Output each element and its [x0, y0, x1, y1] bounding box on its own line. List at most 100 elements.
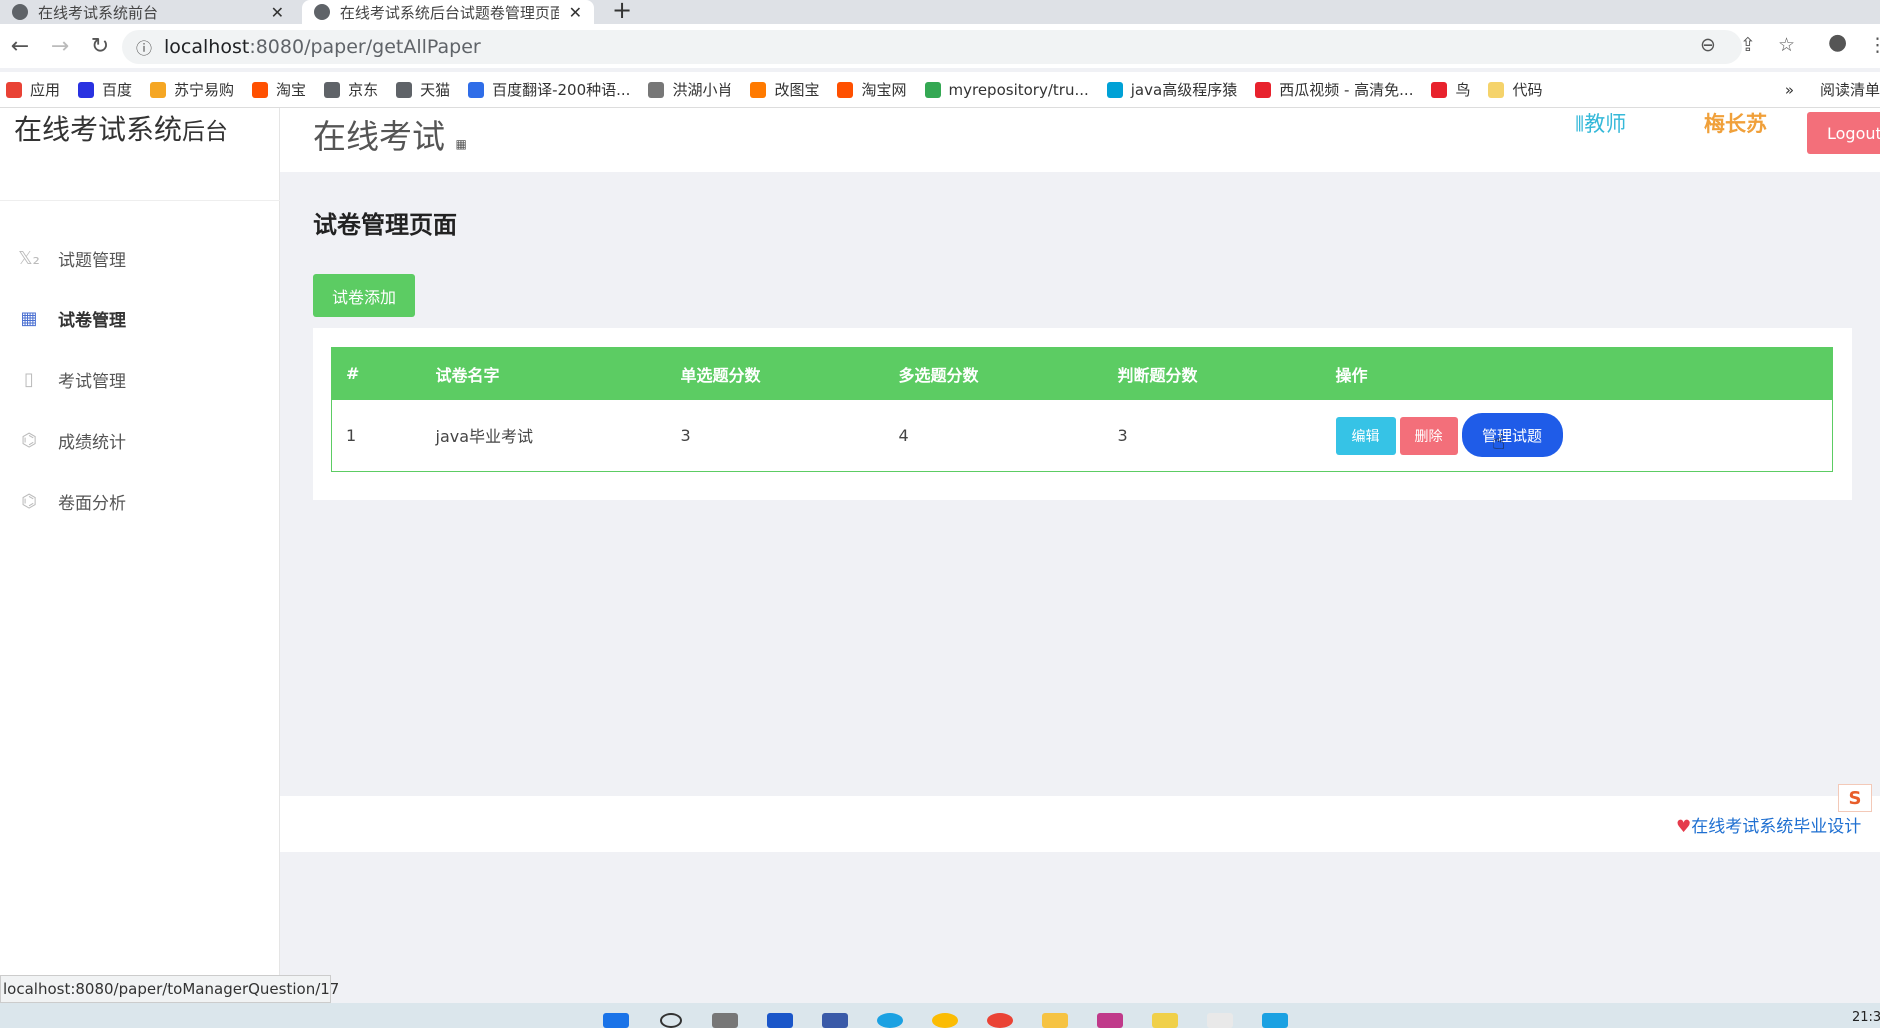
- reload-icon[interactable]: ↻: [80, 34, 120, 59]
- bookmark-label: 淘宝: [276, 81, 307, 99]
- bookmark-icon: [1488, 81, 1505, 98]
- close-icon[interactable]: ✕: [569, 3, 582, 22]
- sogou-badge-icon[interactable]: S: [1838, 784, 1872, 812]
- bookmark-item[interactable]: 西瓜视频 - 高清免...: [1255, 79, 1413, 100]
- sidebar-item-analysis[interactable]: ⌬ 卷面分析: [18, 489, 126, 515]
- share-icon[interactable]: ⇪: [1740, 34, 1756, 56]
- cell-paper-name: java毕业考试: [435, 427, 534, 447]
- app-icon[interactable]: [1262, 1013, 1288, 1028]
- edge-icon[interactable]: [877, 1013, 903, 1028]
- add-paper-button[interactable]: 试卷添加: [313, 274, 415, 317]
- page-title: 试卷管理页面: [313, 211, 457, 239]
- bookmark-item[interactable]: 改图宝: [750, 79, 819, 100]
- forward-icon[interactable]: →: [40, 34, 80, 59]
- sidebar: [0, 108, 280, 1003]
- delete-button[interactable]: 删除: [1399, 416, 1458, 455]
- app-title: 在线考试 ▦: [313, 117, 467, 156]
- app-icon[interactable]: [822, 1013, 848, 1028]
- info-icon[interactable]: ⓘ: [136, 35, 152, 59]
- search-icon[interactable]: [660, 1013, 682, 1028]
- bookmark-label: 百度: [102, 81, 133, 99]
- heart-icon: ♥: [1676, 817, 1692, 837]
- bookmark-item[interactable]: 京东: [324, 79, 378, 100]
- clock: 21:31: [1852, 1010, 1880, 1025]
- cell-single-score: 3: [680, 425, 691, 445]
- widgets-icon[interactable]: [767, 1013, 793, 1028]
- sitemap-icon: ⌬: [21, 429, 37, 451]
- app-icon[interactable]: [1207, 1013, 1233, 1028]
- bookmark-icon: [78, 81, 95, 98]
- sidebar-item-exams[interactable]: ▯ 考试管理: [18, 367, 126, 393]
- browser-tab-frontend[interactable]: 在线考试系统前台 ✕: [0, 0, 296, 24]
- close-icon[interactable]: ✕: [271, 3, 284, 22]
- sidebar-item-label: 成绩统计: [58, 433, 126, 453]
- footer-link[interactable]: ♥在线考试系统毕业设计: [1676, 812, 1861, 837]
- chrome-icon[interactable]: [932, 1013, 958, 1028]
- sidebar-item-scores[interactable]: ⌬ 成绩统计: [18, 428, 126, 454]
- username[interactable]: 梅长苏: [1704, 108, 1767, 138]
- bookmark-item[interactable]: 洪湖小肖: [648, 79, 732, 100]
- bookmark-label: 应用: [30, 81, 61, 99]
- url-host: localhost: [164, 36, 250, 58]
- bookmark-item[interactable]: 应用: [6, 79, 60, 100]
- bookmark-item[interactable]: 淘宝网: [837, 79, 907, 100]
- bookmark-label: java高级程序猿: [1130, 81, 1238, 99]
- bookmark-label: 改图宝: [774, 81, 820, 99]
- star-icon[interactable]: ☆: [1778, 34, 1795, 56]
- bookmark-item[interactable]: 淘宝: [252, 79, 306, 100]
- column-header: 单选题分数: [666, 347, 885, 400]
- bookmark-icon: [837, 81, 854, 98]
- start-icon[interactable]: [603, 1013, 629, 1028]
- edit-button[interactable]: 编辑: [1335, 416, 1396, 455]
- bookmark-label: 淘宝网: [861, 81, 907, 99]
- bookmark-item[interactable]: myrepository/tru...: [924, 81, 1089, 99]
- bookmark-label: 京东: [348, 81, 379, 99]
- menu-icon[interactable]: ⋮: [1868, 34, 1880, 56]
- bookmark-icon: [324, 81, 341, 98]
- reading-list-button[interactable]: 阅读清单: [1820, 79, 1880, 100]
- hand-cursor-icon: ☝: [1492, 430, 1506, 455]
- bookmark-item[interactable]: java高级程序猿: [1106, 79, 1238, 100]
- manage-questions-button[interactable]: 管理试题: [1461, 413, 1563, 458]
- browser-tab-admin[interactable]: 在线考试系统后台试题卷管理页面 ✕: [302, 0, 594, 24]
- column-header: 判断题分数: [1103, 347, 1322, 400]
- app-icon[interactable]: [1152, 1013, 1178, 1028]
- column-header: 试卷名字: [421, 347, 667, 400]
- bookmark-item[interactable]: 苏宁易购: [150, 79, 234, 100]
- bookmark-item[interactable]: 天猫: [396, 79, 450, 100]
- title-badge-icon: ▦: [455, 137, 467, 151]
- sidebar-item-label: 卷面分析: [58, 494, 126, 514]
- profile-icon[interactable]: ●: [1828, 30, 1847, 55]
- bookmark-label: 洪湖小肖: [672, 81, 733, 99]
- url-path: :8080/paper/getAllPaper: [249, 36, 481, 58]
- zoom-icon[interactable]: ⊖: [1700, 34, 1716, 56]
- brand-title: 在线考试系统后台: [14, 113, 229, 146]
- bookmark-label: 西瓜视频 - 高清免...: [1279, 81, 1414, 99]
- logout-button[interactable]: Logout: [1807, 112, 1880, 154]
- back-icon[interactable]: ←: [0, 34, 40, 59]
- top-bar: [280, 108, 1880, 172]
- taskview-icon[interactable]: [712, 1013, 738, 1028]
- bookmark-item[interactable]: 代码: [1488, 79, 1543, 100]
- bookmark-label: 百度翻译-200种语...: [492, 81, 631, 99]
- sidebar-item-papers[interactable]: ▦ 试卷管理: [18, 306, 126, 332]
- cell-judge-score: 3: [1117, 425, 1128, 445]
- cell-id: 1: [346, 425, 357, 445]
- chrome-active-icon[interactable]: [987, 1013, 1013, 1028]
- bookmarks-more-icon[interactable]: »: [1785, 81, 1794, 99]
- idea-icon[interactable]: [1097, 1013, 1123, 1028]
- bookmark-item[interactable]: 百度: [78, 79, 132, 100]
- folder-icon[interactable]: [1042, 1013, 1068, 1028]
- column-header: 操作: [1321, 347, 1833, 400]
- bookmark-item[interactable]: 百度翻译-200种语...: [468, 79, 630, 100]
- sidebar-item-questions[interactable]: 𝕏₂ 试题管理: [18, 246, 126, 272]
- url-bar[interactable]: ⓘ localhost:8080/paper/getAllPaper: [122, 30, 1742, 64]
- new-tab-button[interactable]: +: [612, 0, 632, 24]
- tab-title: 在线考试系统前台: [38, 3, 159, 22]
- bookmark-icon: [1106, 81, 1123, 98]
- paper-table: # 试卷名字 单选题分数 多选题分数 判断题分数 操作 1 java毕业考试 3…: [331, 347, 1833, 472]
- user-role: ⦀教师: [1575, 112, 1627, 136]
- globe-icon: [12, 4, 28, 20]
- globe-icon: [314, 4, 330, 20]
- bookmark-item[interactable]: 鸟: [1431, 79, 1470, 100]
